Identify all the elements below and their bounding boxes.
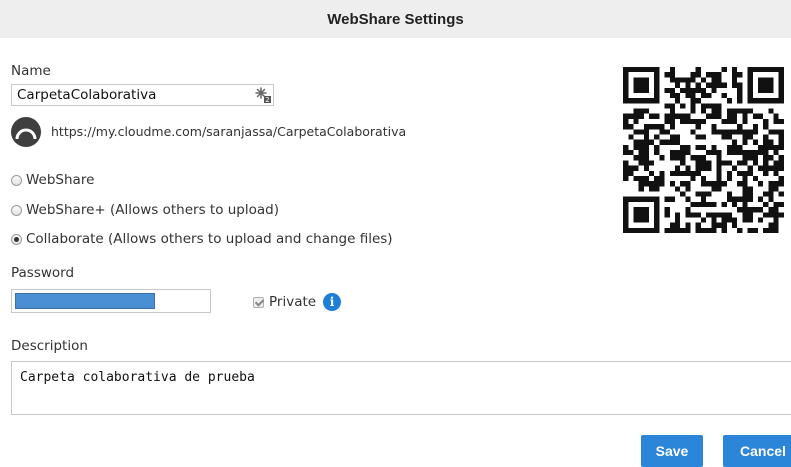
option-collaborate[interactable]: Collaborate (Allows others to upload and… <box>11 231 393 247</box>
option-collaborate-label: Collaborate (Allows others to upload and… <box>26 231 393 247</box>
dialog-title: WebShare Settings <box>327 10 464 28</box>
radio-collaborate[interactable] <box>11 233 22 245</box>
svg-text:2: 2 <box>265 96 269 103</box>
description-value: Carpeta colaborativa de prueba <box>20 370 255 385</box>
password-masked-value <box>15 293 155 309</box>
option-webshare-label: WebShare <box>26 172 95 188</box>
option-webshare[interactable]: WebShare <box>11 172 94 188</box>
qr-code-icon <box>623 67 784 233</box>
save-button[interactable]: Save <box>641 435 703 467</box>
cancel-button[interactable]: Cancel <box>723 435 791 467</box>
private-checkbox[interactable] <box>253 296 264 308</box>
dialog-title-bar: WebShare Settings <box>0 0 791 38</box>
private-label: Private <box>269 294 317 310</box>
name-input-value: CarpetaColaborativa <box>17 87 157 103</box>
description-textarea[interactable]: Carpeta colaborativa de prueba <box>11 361 791 415</box>
option-webshare-plus[interactable]: WebShare+ (Allows others to upload) <box>11 202 279 218</box>
private-option[interactable]: Private i <box>253 293 342 311</box>
password-input[interactable] <box>11 289 211 313</box>
name-input[interactable]: CarpetaColaborativa 2 <box>11 84 274 106</box>
share-link-url[interactable]: https://my.cloudme.com/saranjassa/Carpet… <box>51 124 406 139</box>
option-webshare-plus-label: WebShare+ (Allows others to upload) <box>26 202 279 218</box>
generate-name-icon[interactable]: 2 <box>255 87 271 103</box>
cloudme-logo-icon <box>11 117 41 147</box>
info-icon[interactable]: i <box>323 293 342 311</box>
radio-webshare[interactable] <box>11 174 22 186</box>
radio-webshare-plus[interactable] <box>11 204 22 216</box>
password-label: Password <box>11 265 75 281</box>
name-label: Name <box>11 63 51 79</box>
description-label: Description <box>11 338 88 354</box>
